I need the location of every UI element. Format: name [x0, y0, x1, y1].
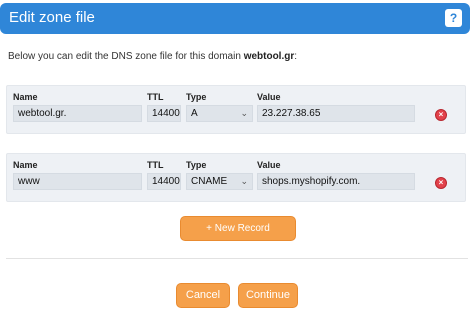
- help-icon[interactable]: ?: [445, 9, 462, 27]
- delete-icon[interactable]: ×: [435, 177, 447, 189]
- delete-icon[interactable]: ×: [435, 109, 447, 121]
- record-type-value: CNAME: [191, 176, 228, 187]
- record-value-input[interactable]: 23.227.38.65: [257, 105, 415, 122]
- ttl-label: TTL: [147, 92, 164, 102]
- divider: [6, 258, 468, 259]
- record-value-input[interactable]: shops.myshopify.com.: [257, 173, 415, 190]
- continue-button[interactable]: Continue: [238, 283, 298, 308]
- dialog-title: Edit zone file: [9, 9, 95, 26]
- record-name-input[interactable]: www: [13, 173, 142, 190]
- chevron-down-icon: ⌄: [240, 108, 248, 118]
- record-name-input[interactable]: webtool.gr.: [13, 105, 142, 122]
- ttl-label: TTL: [147, 160, 164, 170]
- chevron-down-icon: ⌄: [240, 176, 248, 186]
- cancel-button[interactable]: Cancel: [176, 283, 230, 308]
- record-ttl-input[interactable]: 14400: [147, 105, 181, 122]
- type-label: Type: [186, 92, 207, 102]
- intro-suffix: :: [294, 51, 298, 62]
- new-record-button[interactable]: + New Record: [180, 216, 296, 241]
- type-label: Type: [186, 160, 207, 170]
- record-ttl-input[interactable]: 14400: [147, 173, 181, 190]
- value-label: Value: [257, 160, 281, 170]
- dns-record-row: Name TTL Type Value www 14400 CNAME ⌄ sh…: [6, 153, 466, 202]
- name-label: Name: [13, 92, 38, 102]
- intro-text: Below you can edit the DNS zone file for…: [8, 51, 297, 62]
- record-type-value: A: [191, 108, 198, 119]
- record-type-select[interactable]: CNAME ⌄: [186, 173, 253, 190]
- dns-record-row: Name TTL Type Value webtool.gr. 14400 A …: [6, 85, 466, 134]
- name-label: Name: [13, 160, 38, 170]
- dialog-header: Edit zone file ?: [0, 3, 470, 34]
- value-label: Value: [257, 92, 281, 102]
- intro-domain: webtool.gr: [243, 51, 295, 62]
- record-type-select[interactable]: A ⌄: [186, 105, 253, 122]
- intro-description: Below you can edit the DNS zone file for…: [8, 51, 244, 62]
